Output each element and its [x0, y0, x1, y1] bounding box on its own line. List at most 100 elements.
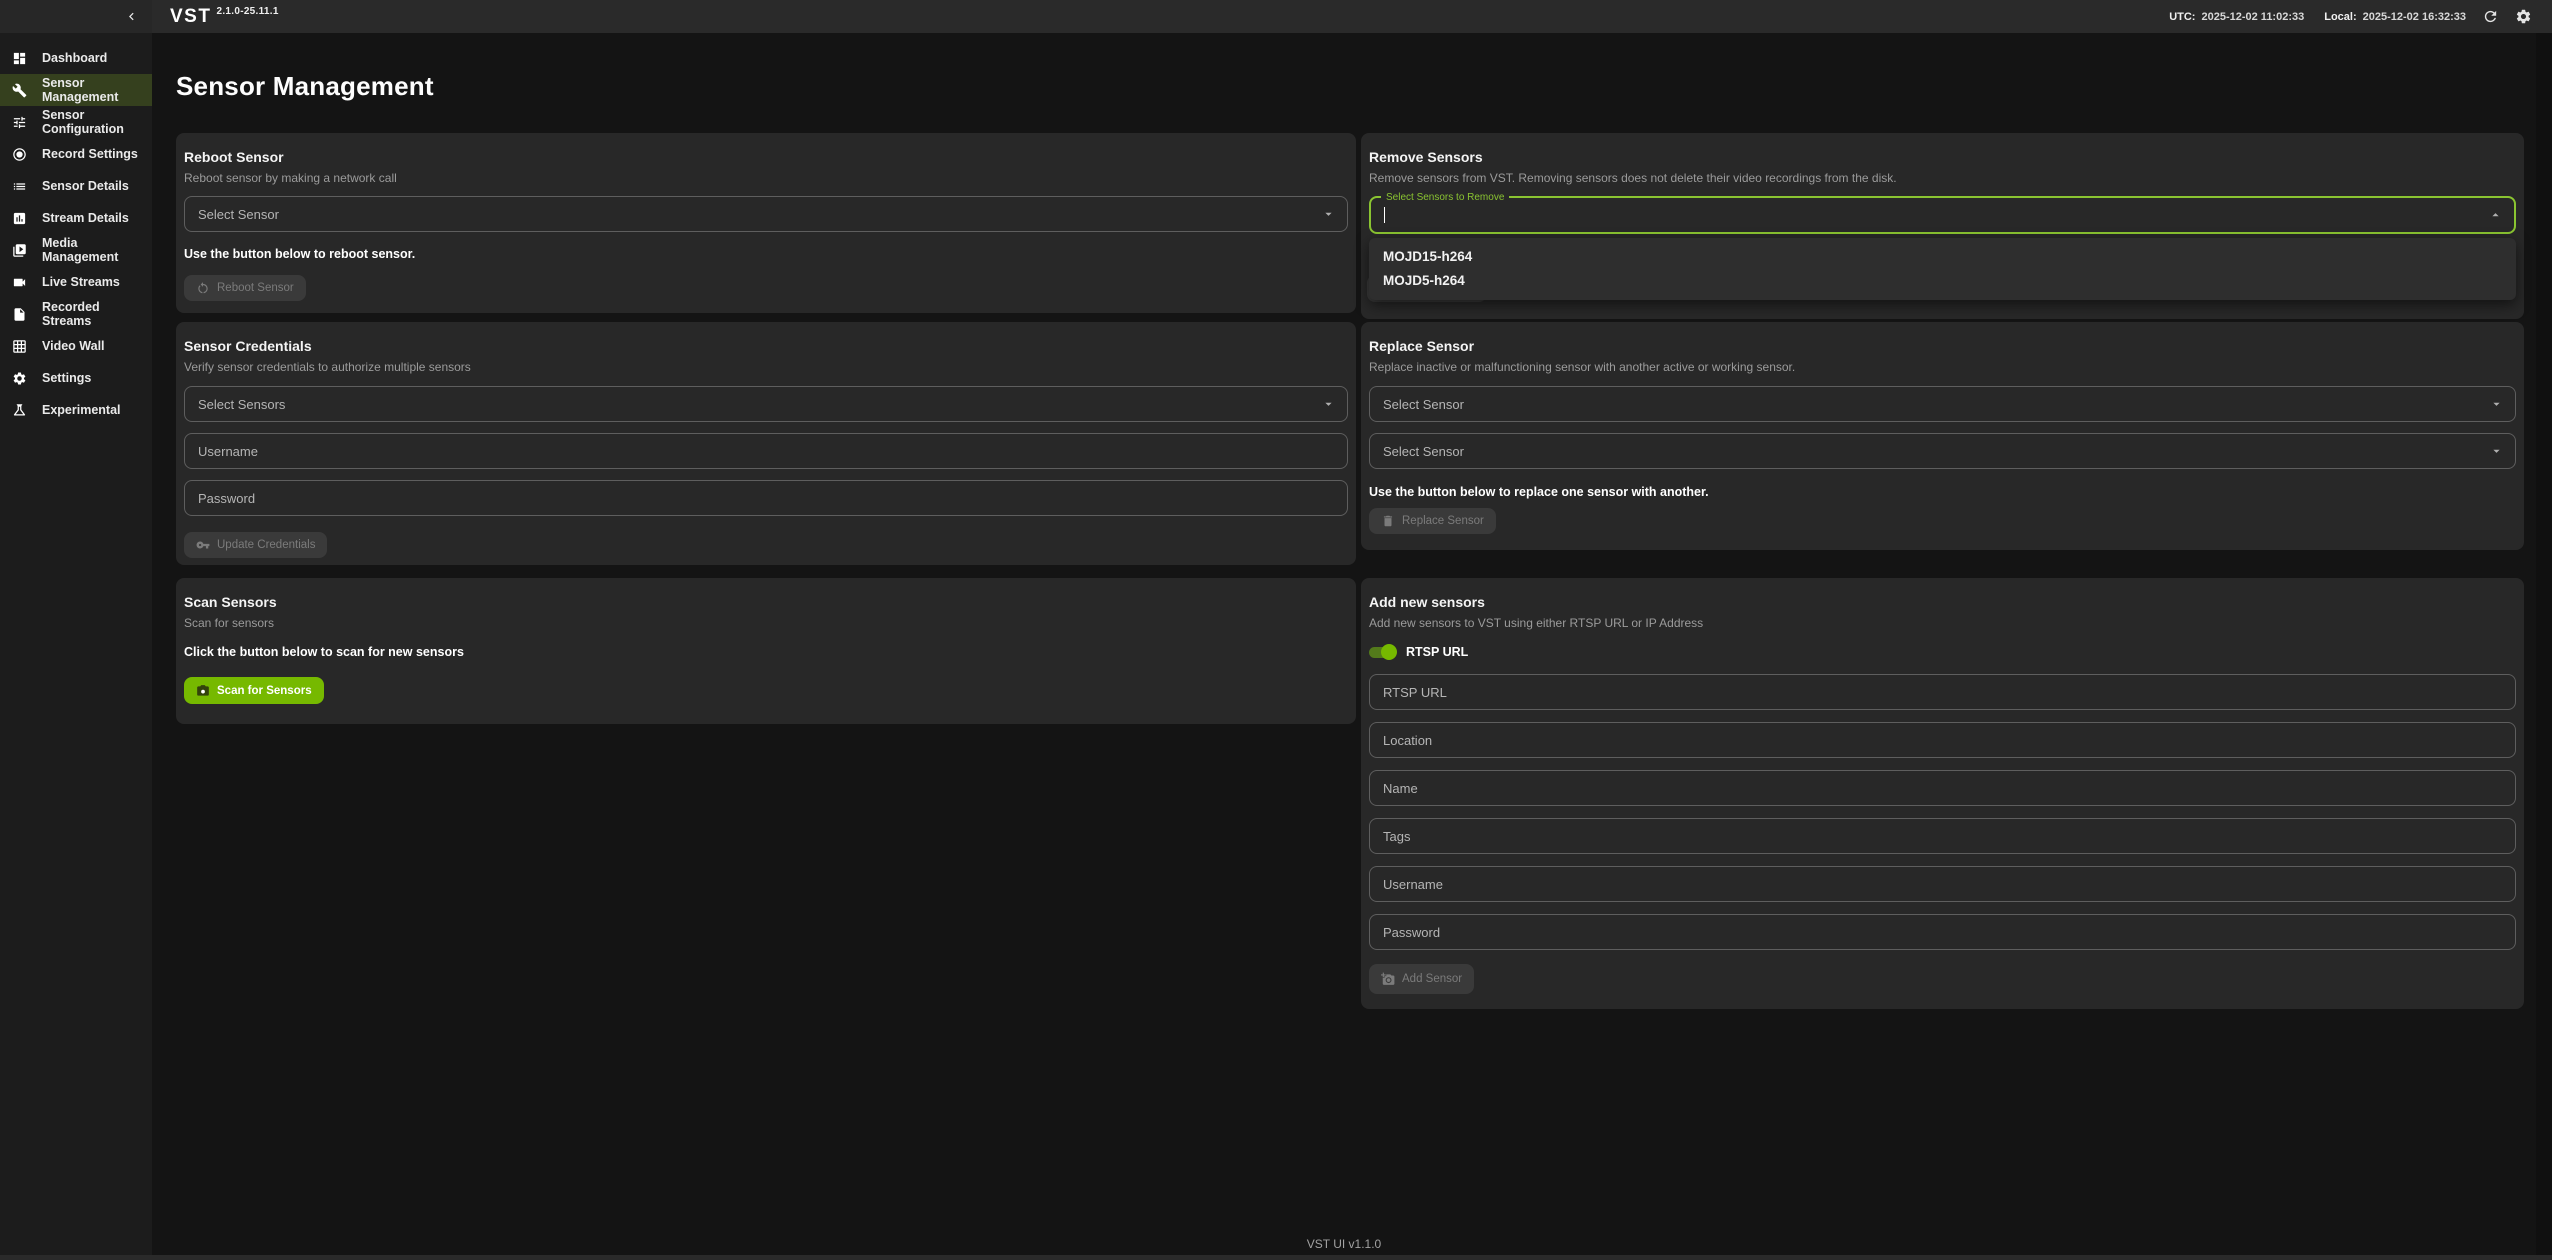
- text-cursor: [1384, 207, 1385, 223]
- footer: VST UI v1.1.0: [152, 1235, 2536, 1253]
- scrollbar[interactable]: [2536, 33, 2552, 1260]
- dropdown-option-mojd5-h264[interactable]: MOJD5-h264: [1369, 269, 2516, 293]
- chevron-down-icon: [1321, 207, 1336, 222]
- sensor-credentials-panel: Sensor Credentials Verify sensor credent…: [176, 322, 1356, 565]
- app-bar: VST 2.1.0-25.11.1 UTC: 2025-12-02 11:02:…: [152, 0, 2552, 33]
- reboot-sensor-button[interactable]: Reboot Sensor: [184, 275, 306, 301]
- replace-select-sensor-2[interactable]: Select Sensor: [1369, 433, 2516, 469]
- reboot-instruction: Use the button below to reboot sensor.: [184, 247, 1348, 261]
- page-title: Sensor Management: [176, 71, 434, 102]
- utc-time: UTC: 2025-12-02 11:02:33: [2169, 11, 2304, 23]
- sidebar-item-experimental[interactable]: Experimental: [0, 394, 152, 426]
- remove-sensors-combobox[interactable]: Select Sensors to Remove: [1369, 196, 2516, 234]
- sidebar-item-sensor-details[interactable]: Sensor Details: [0, 170, 152, 202]
- replace-instruction: Use the button below to replace one sens…: [1369, 485, 2516, 499]
- add-sensor-password-input[interactable]: Password: [1369, 914, 2516, 950]
- panel-subtitle: Verify sensor credentials to authorize m…: [184, 360, 1348, 375]
- key-icon: [196, 538, 210, 552]
- app-version: 2.1.0-25.11.1: [216, 6, 278, 17]
- sidebar-item-live-streams[interactable]: Live Streams: [0, 266, 152, 298]
- panel-subtitle: Add new sensors to VST using either RTSP…: [1369, 616, 2516, 631]
- refresh-button[interactable]: [2482, 8, 2499, 25]
- credentials-username-input[interactable]: Username: [184, 433, 1348, 469]
- input-placeholder: Password: [1383, 925, 1440, 940]
- add-sensor-tags-input[interactable]: Tags: [1369, 818, 2516, 854]
- dropdown-option-mojd15-h264[interactable]: MOJD15-h264: [1369, 245, 2516, 269]
- local-label: Local:: [2324, 11, 2356, 23]
- panel-title: Add new sensors: [1369, 592, 2516, 612]
- videocam-icon: [12, 275, 27, 290]
- sidebar-item-sensor-management[interactable]: Sensor Management: [0, 74, 152, 106]
- panel-title: Replace Sensor: [1369, 336, 2516, 356]
- panel-subtitle: Scan for sensors: [184, 616, 1348, 631]
- sidebar-item-dashboard[interactable]: Dashboard: [0, 42, 152, 74]
- settings-gear-button[interactable]: [2515, 8, 2532, 25]
- input-placeholder: Location: [1383, 733, 1432, 748]
- reboot-select-sensor[interactable]: Select Sensor: [184, 196, 1348, 232]
- add-sensor-name-input[interactable]: Name: [1369, 770, 2516, 806]
- sidebar-item-label: Experimental: [42, 403, 121, 417]
- combobox-floating-label: Select Sensors to Remove: [1381, 192, 1509, 203]
- input-placeholder: Name: [1383, 781, 1418, 796]
- list-icon: [12, 179, 27, 194]
- add-sensor-rtsp-url-input[interactable]: RTSP URL: [1369, 674, 2516, 710]
- local-time: Local: 2025-12-02 16:32:33: [2324, 11, 2466, 23]
- replace-sensor-panel: Replace Sensor Replace inactive or malfu…: [1361, 322, 2524, 550]
- sidebar-item-stream-details[interactable]: Stream Details: [0, 202, 152, 234]
- file-icon: [12, 307, 27, 322]
- panel-subtitle: Reboot sensor by making a network call: [184, 171, 1348, 186]
- update-credentials-button[interactable]: Update Credentials: [184, 532, 327, 558]
- credentials-password-input[interactable]: Password: [184, 480, 1348, 516]
- top-bar: VST 2.1.0-25.11.1 UTC: 2025-12-02 11:02:…: [0, 0, 2552, 33]
- sidebar-item-label: Stream Details: [42, 211, 129, 225]
- select-label: Select Sensor: [198, 207, 279, 222]
- button-label: Replace Sensor: [1402, 515, 1484, 527]
- record-icon: [12, 147, 27, 162]
- scan-for-sensors-button[interactable]: Scan for Sensors: [184, 677, 324, 704]
- wrench-icon: [12, 83, 27, 98]
- sidebar-nav: Dashboard Sensor ManagementSensor Configu…: [0, 33, 152, 1260]
- utc-label: UTC:: [2169, 11, 2195, 23]
- camera-icon: [196, 684, 210, 698]
- flask-icon: [12, 403, 27, 418]
- remove-sensors-combo-wrap: Select Sensors to Remove MOJD15-h264MOJD…: [1369, 196, 2516, 234]
- utc-value: 2025-12-02 11:02:33: [2201, 11, 2304, 23]
- button-label: Scan for Sensors: [217, 685, 312, 697]
- reboot-sensor-panel: Reboot Sensor Reboot sensor by making a …: [176, 133, 1356, 313]
- toggle-label: RTSP URL: [1406, 645, 1468, 659]
- add-sensor-location-input[interactable]: Location: [1369, 722, 2516, 758]
- rtsp-url-toggle[interactable]: [1369, 647, 1395, 658]
- sidebar-item-media-management[interactable]: Media Management: [0, 234, 152, 266]
- chevron-up-icon: [2488, 208, 2503, 223]
- footer-version-text: VST UI v1.1.0: [1307, 1237, 1381, 1251]
- trash-icon: [1381, 514, 1395, 528]
- sidebar-item-video-wall[interactable]: Video Wall: [0, 330, 152, 362]
- bar-chart-icon: [12, 211, 27, 226]
- sidebar-item-record-settings[interactable]: Record Settings: [0, 138, 152, 170]
- credentials-select-sensors[interactable]: Select Sensors: [184, 386, 1348, 422]
- add-sensor-button[interactable]: Add Sensor: [1369, 964, 1474, 994]
- sidebar-item-label: Dashboard: [42, 51, 107, 65]
- replace-sensor-button[interactable]: Replace Sensor: [1369, 508, 1496, 534]
- rtsp-toggle-row: RTSP URL: [1369, 644, 2516, 660]
- add-sensor-username-input[interactable]: Username: [1369, 866, 2516, 902]
- scan-sensors-panel: Scan Sensors Scan for sensors Click the …: [176, 578, 1356, 724]
- button-label: Reboot Sensor: [217, 282, 294, 294]
- sidebar-item-label: Live Streams: [42, 275, 120, 289]
- chevron-down-icon: [1321, 397, 1336, 412]
- sidebar-item-label: Media Management: [42, 236, 152, 264]
- input-placeholder: Username: [1383, 877, 1443, 892]
- replace-select-sensor-1[interactable]: Select Sensor: [1369, 386, 2516, 422]
- dashboard-icon: [12, 51, 27, 66]
- panel-title: Scan Sensors: [184, 592, 1348, 612]
- local-value: 2025-12-02 16:32:33: [2363, 11, 2466, 23]
- sidebar-item-recorded-streams[interactable]: Recorded Streams: [0, 298, 152, 330]
- panel-subtitle: Remove sensors from VST. Removing sensor…: [1369, 171, 2516, 186]
- panel-subtitle: Replace inactive or malfunctioning senso…: [1369, 360, 2516, 375]
- collapse-sidebar-button[interactable]: [124, 9, 139, 24]
- sidebar-item-settings[interactable]: Settings: [0, 362, 152, 394]
- sidebar-item-sensor-configuration[interactable]: Sensor Configuration: [0, 106, 152, 138]
- input-placeholder: Tags: [1383, 829, 1410, 844]
- remove-sensors-panel: Remove Sensors Remove sensors from VST. …: [1361, 133, 2524, 319]
- sidebar-item-label: Recorded Streams: [42, 300, 152, 328]
